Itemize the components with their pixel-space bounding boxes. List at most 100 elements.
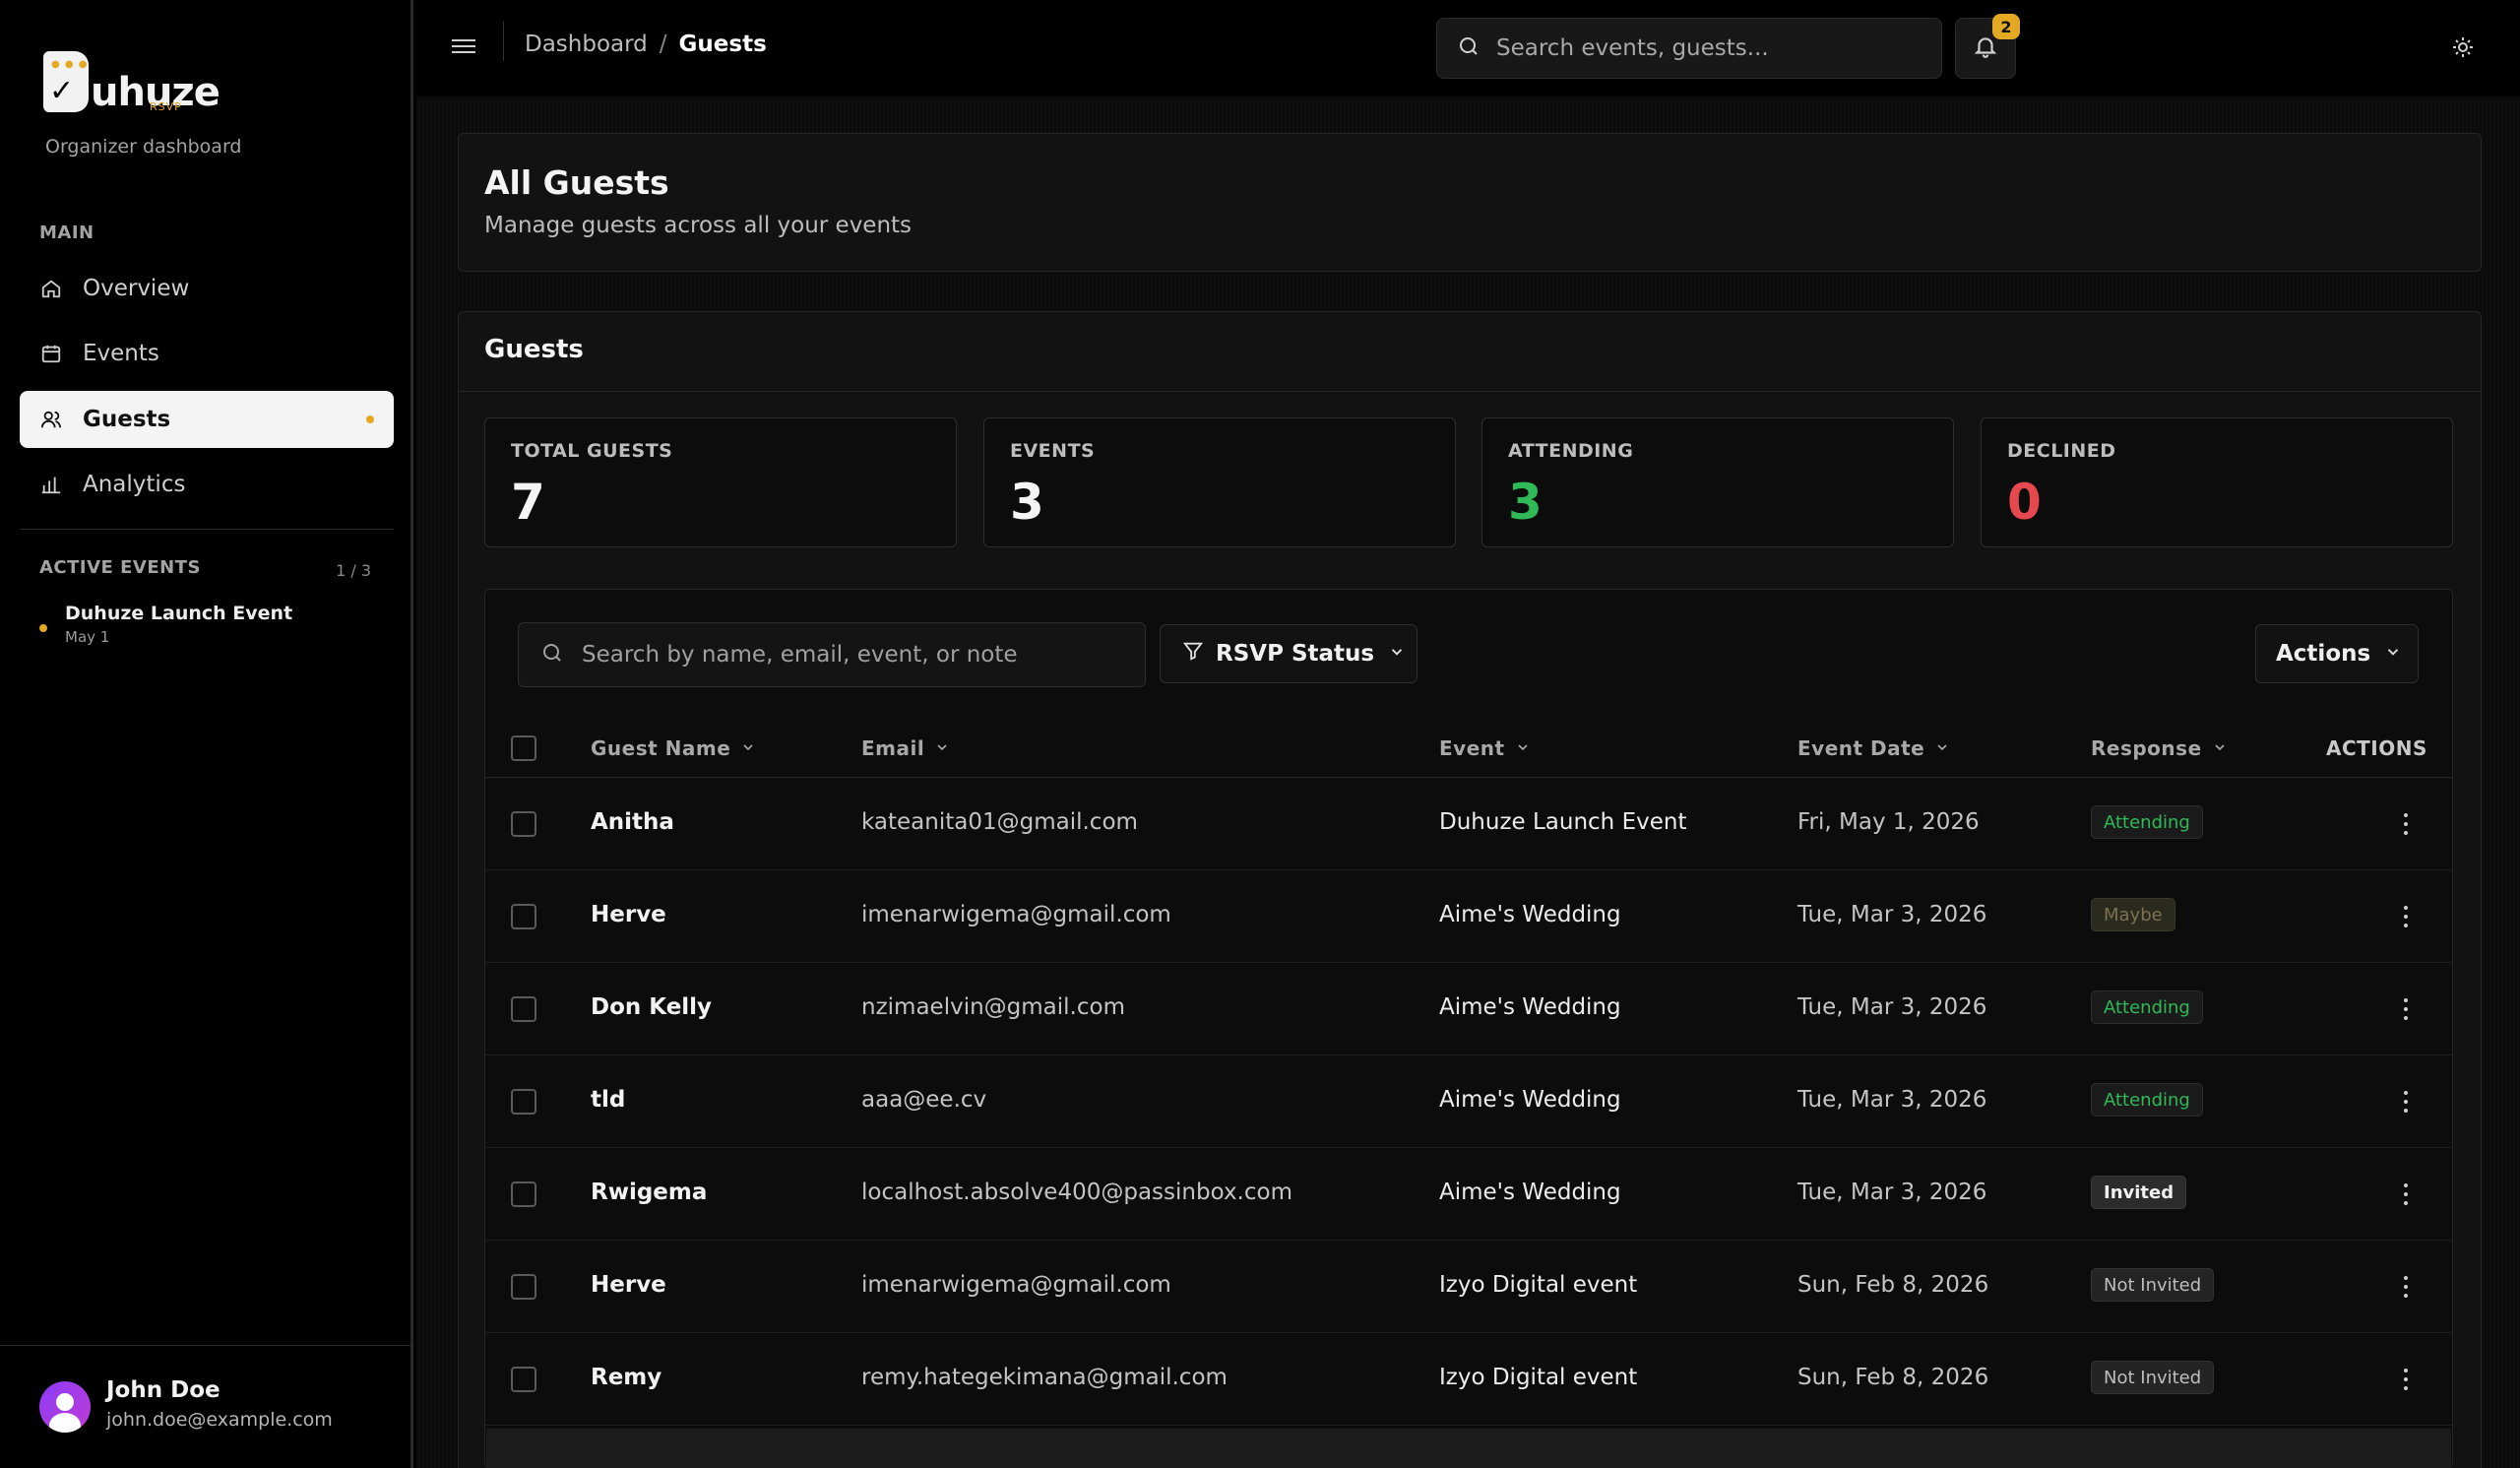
column-header-response[interactable]: Response	[2091, 736, 2228, 760]
user-email: john.doe@example.com	[106, 1409, 333, 1431]
guest-email: aaa@ee.cv	[861, 1087, 987, 1113]
sidebar-item-label: Analytics	[83, 472, 186, 497]
row-checkbox[interactable]	[511, 811, 536, 837]
sidebar-item-overview[interactable]: Overview	[20, 260, 394, 317]
guest-event: Izyo Digital event	[1439, 1272, 1638, 1298]
column-label: Email	[861, 736, 925, 760]
response-badge: Not Invited	[2091, 1361, 2215, 1394]
active-indicator-dot	[366, 415, 374, 423]
more-options-icon[interactable]	[2396, 1274, 2416, 1300]
sidebar-item-label: Overview	[83, 276, 190, 301]
stat-total-guests: TOTAL GUESTS 7	[484, 417, 957, 547]
guest-event: Aime's Wedding	[1439, 1180, 1621, 1205]
column-label: Guest Name	[591, 736, 731, 760]
calendar-icon	[39, 342, 63, 365]
more-options-icon[interactable]	[2396, 904, 2416, 929]
stat-value: 7	[511, 474, 545, 531]
guest-name: Anitha	[591, 809, 674, 835]
chevron-down-icon	[1934, 736, 1950, 760]
more-options-icon[interactable]	[2396, 811, 2416, 837]
active-event-title: Duhuze Launch Event	[65, 603, 293, 624]
column-header-event[interactable]: Event	[1439, 736, 1531, 760]
guest-event: Izyo Digital event	[1439, 1365, 1638, 1390]
sidebar-item-events[interactable]: Events	[20, 325, 394, 382]
guest-search-input[interactable]	[582, 642, 1133, 668]
more-options-icon[interactable]	[2396, 1181, 2416, 1207]
stat-label: ATTENDING	[1508, 440, 1634, 462]
sidebar-item-guests[interactable]: Guests	[20, 391, 394, 448]
guest-search[interactable]	[518, 622, 1146, 687]
table-row[interactable]: Herve imenarwigema@gmail.com Aime's Wedd…	[485, 870, 2452, 963]
row-checkbox[interactable]	[511, 1181, 536, 1207]
breadcrumb-separator: /	[659, 32, 667, 57]
chevron-down-icon	[1388, 641, 1406, 667]
guest-email: localhost.absolve400@passinbox.com	[861, 1180, 1292, 1205]
guest-email: imenarwigema@gmail.com	[861, 1272, 1171, 1298]
user-profile[interactable]: John Doe john.doe@example.com	[0, 1345, 413, 1468]
more-options-icon[interactable]	[2396, 996, 2416, 1022]
topbar: Dashboard / Guests 2	[416, 0, 2520, 96]
row-checkbox[interactable]	[511, 1274, 536, 1300]
column-label: Response	[2091, 736, 2202, 760]
stat-label: EVENTS	[1010, 440, 1096, 462]
chevron-down-icon	[934, 736, 950, 760]
actions-menu-button[interactable]: Actions	[2255, 624, 2419, 683]
table-header: Guest Name Email Event Event Date Respon…	[485, 719, 2452, 778]
table-row[interactable]: Rwigema localhost.absolve400@passinbox.c…	[485, 1148, 2452, 1241]
more-options-icon[interactable]	[2396, 1367, 2416, 1392]
rsvp-filter-label: RSVP Status	[1216, 641, 1375, 667]
response-badge: Attending	[2091, 990, 2203, 1024]
column-header-guest-name[interactable]: Guest Name	[591, 736, 756, 760]
brand-logo[interactable]: ● ● ● ✓ uhuze RSVP	[43, 51, 220, 113]
table-row[interactable]: tld aaa@ee.cv Aime's Wedding Tue, Mar 3,…	[485, 1055, 2452, 1148]
breadcrumb-dashboard[interactable]: Dashboard	[525, 32, 648, 57]
column-label: Event	[1439, 736, 1505, 760]
chevron-down-icon	[2384, 641, 2402, 667]
table-row[interactable]: Don Kelly nzimaelvin@gmail.com Aime's We…	[485, 963, 2452, 1055]
column-header-email[interactable]: Email	[861, 736, 950, 760]
response-badge: Attending	[2091, 1083, 2203, 1117]
notification-badge: 2	[1992, 14, 2020, 39]
topbar-divider	[503, 22, 504, 61]
guest-name: Herve	[591, 902, 666, 927]
sun-icon[interactable]	[2451, 35, 2477, 61]
users-icon	[39, 408, 63, 431]
filter-icon	[1182, 640, 1204, 668]
column-header-event-date[interactable]: Event Date	[1797, 736, 1950, 760]
home-icon	[39, 277, 63, 300]
row-checkbox[interactable]	[511, 904, 536, 929]
stat-value: 3	[1508, 474, 1543, 531]
search-icon	[540, 641, 564, 669]
event-status-dot	[39, 624, 47, 632]
row-checkbox[interactable]	[511, 1089, 536, 1115]
actions-label: Actions	[2276, 641, 2371, 667]
global-search[interactable]	[1436, 18, 1942, 79]
active-events-label: ACTIVE EVENTS	[39, 557, 201, 578]
global-search-input[interactable]	[1496, 35, 1910, 61]
event-date: Tue, Mar 3, 2026	[1797, 1087, 1987, 1113]
active-events-count: 1 / 3	[336, 561, 371, 580]
stat-attending: ATTENDING 3	[1481, 417, 1954, 547]
table-row[interactable]: Anitha kateanita01@gmail.com Duhuze Laun…	[485, 778, 2452, 870]
guest-name: Don Kelly	[591, 994, 713, 1020]
page-header-card	[458, 133, 2482, 272]
active-event-item[interactable]: Duhuze Launch Event May 1	[39, 603, 292, 646]
table-row[interactable]: Herve imenarwigema@gmail.com Izyo Digita…	[485, 1241, 2452, 1333]
response-badge: Not Invited	[2091, 1268, 2215, 1302]
guest-name: Rwigema	[591, 1180, 708, 1205]
event-date: Tue, Mar 3, 2026	[1797, 994, 1987, 1020]
event-date: Tue, Mar 3, 2026	[1797, 1180, 1987, 1205]
menu-toggle-icon[interactable]	[452, 35, 475, 59]
select-all-checkbox[interactable]	[511, 735, 536, 761]
row-checkbox[interactable]	[511, 996, 536, 1022]
table-row[interactable]: Remy remy.hategekimana@gmail.com Izyo Di…	[485, 1333, 2452, 1426]
column-label: Event Date	[1797, 736, 1925, 760]
more-options-icon[interactable]	[2396, 1089, 2416, 1115]
rsvp-status-filter[interactable]: RSVP Status	[1160, 624, 1418, 683]
column-header-actions: ACTIONS	[2326, 736, 2427, 760]
sidebar-item-analytics[interactable]: Analytics	[20, 456, 394, 513]
row-checkbox[interactable]	[511, 1367, 536, 1392]
guest-name: Remy	[591, 1365, 662, 1390]
stat-label: DECLINED	[2007, 440, 2116, 462]
event-date: Sun, Feb 8, 2026	[1797, 1272, 1989, 1298]
